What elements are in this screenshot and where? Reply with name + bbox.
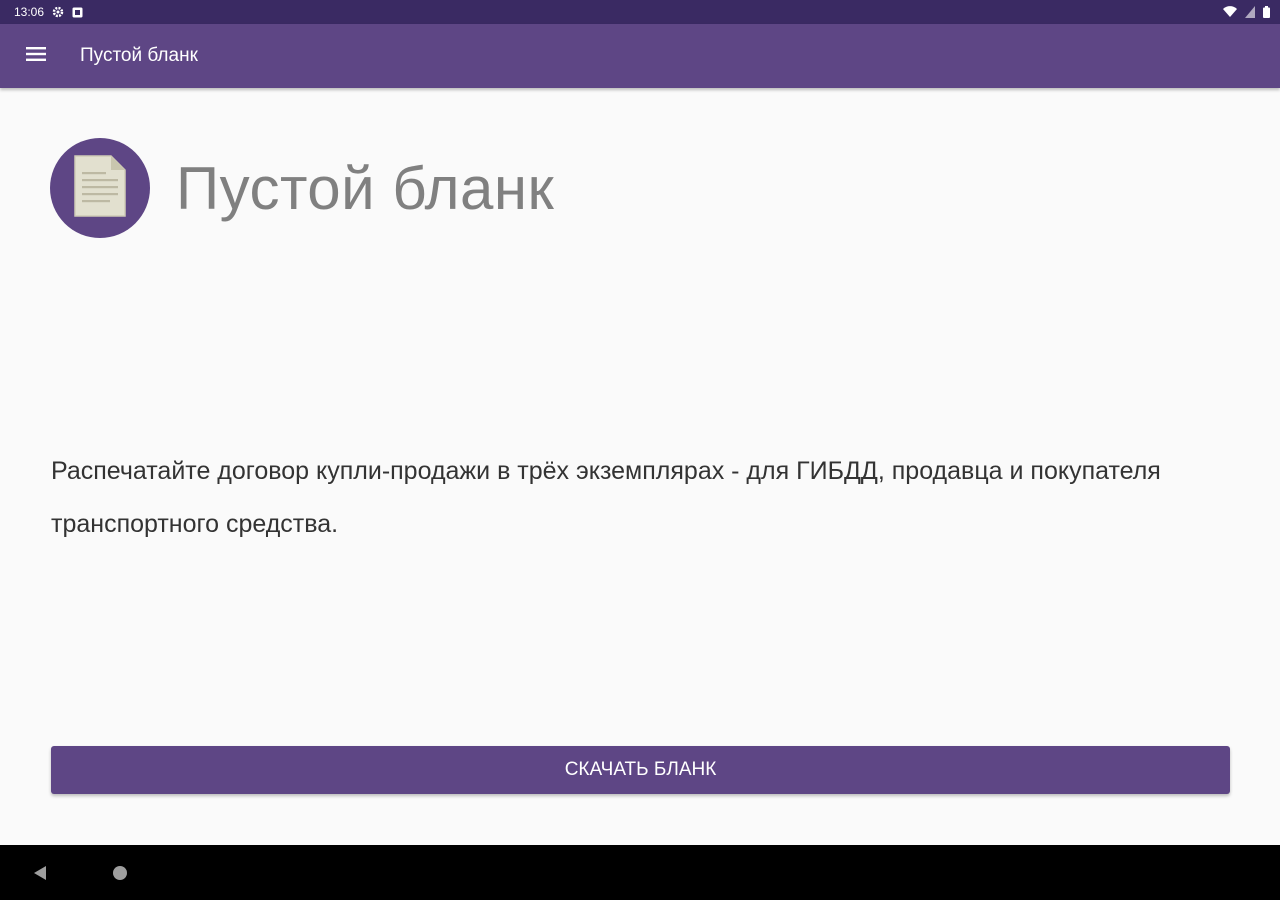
page-header: Пустой бланк: [50, 138, 554, 238]
notification-icon: [72, 7, 83, 18]
status-right: [1223, 6, 1270, 18]
wifi-icon: [1223, 6, 1237, 18]
menu-icon: [26, 46, 46, 67]
app-bar: Пустой бланк: [0, 24, 1280, 88]
app-title: Пустой бланк: [80, 45, 198, 66]
status-time: 13:06: [14, 5, 45, 19]
document-avatar: [50, 138, 150, 238]
status-bar: 13:06: [0, 0, 1280, 24]
back-icon[interactable]: [32, 865, 48, 886]
settings-icon: [52, 6, 64, 18]
download-form-button[interactable]: СКАЧАТЬ БЛАНК: [51, 746, 1230, 794]
status-left: 13:06: [14, 5, 83, 19]
home-icon[interactable]: [112, 865, 128, 886]
battery-icon: [1263, 6, 1270, 18]
menu-button[interactable]: [0, 24, 72, 88]
document-icon: [73, 154, 127, 223]
instructions-text: Распечатайте договор купли-продажи в трё…: [51, 457, 1161, 538]
signal-icon: [1245, 6, 1255, 18]
system-nav-bar: [0, 845, 1280, 900]
page-title: Пустой бланк: [176, 154, 555, 222]
